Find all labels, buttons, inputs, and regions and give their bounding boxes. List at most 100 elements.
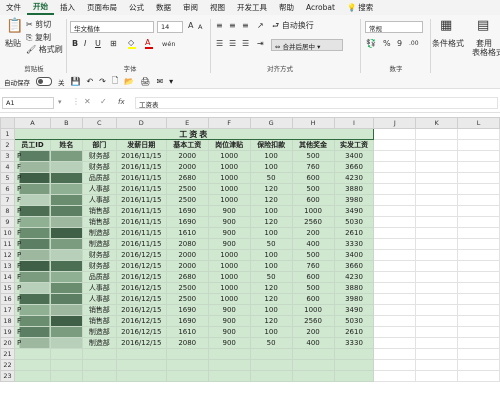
bonus-cell[interactable]: 760 (291, 161, 335, 173)
empty-cell[interactable] (115, 359, 167, 371)
save-icon[interactable]: 💾 (71, 77, 81, 86)
bonus-cell[interactable]: 2560 (291, 216, 335, 228)
empty-cell[interactable] (457, 172, 500, 184)
dept-cell[interactable]: 人事部 (81, 282, 117, 294)
wrap-text-button[interactable]: ⮐ 自动换行 (272, 21, 314, 31)
row-header[interactable]: 10 (0, 227, 15, 239)
dept-cell[interactable]: 销售部 (81, 205, 117, 217)
bonus-cell[interactable]: 760 (291, 260, 335, 272)
employee-id-cell[interactable]: P (13, 183, 51, 195)
date-cell[interactable]: 2016/12/15 (115, 315, 167, 327)
empty-cell[interactable] (457, 271, 500, 283)
bonus-cell[interactable]: 500 (291, 282, 335, 294)
empty-cell[interactable] (49, 348, 83, 360)
empty-cell[interactable] (457, 150, 500, 162)
date-cell[interactable]: 2016/12/15 (115, 260, 167, 272)
percent-button[interactable]: % (383, 39, 391, 49)
empty-cell[interactable] (373, 150, 417, 162)
row-header[interactable]: 16 (0, 293, 15, 305)
empty-cell[interactable] (415, 227, 459, 239)
empty-cell[interactable] (165, 348, 209, 360)
date-cell[interactable]: 2016/11/15 (115, 194, 167, 206)
row-header[interactable]: 19 (0, 326, 15, 338)
empty-cell[interactable] (373, 161, 417, 173)
dept-cell[interactable]: 制造部 (81, 238, 117, 250)
empty-cell[interactable] (457, 337, 500, 349)
empty-cell[interactable] (457, 326, 500, 338)
empty-cell[interactable] (457, 359, 500, 371)
empty-cell[interactable] (457, 183, 500, 195)
bonus-cell[interactable]: 500 (291, 249, 335, 261)
empty-cell[interactable] (373, 293, 417, 305)
formula-input[interactable]: 工资表 (135, 97, 498, 109)
net-cell[interactable]: 3980 (333, 194, 375, 206)
menu-acrobat[interactable]: Acrobat (300, 3, 341, 12)
base-cell[interactable]: 1690 (165, 216, 209, 228)
base-cell[interactable]: 2500 (165, 282, 209, 294)
header-cell[interactable]: 其他奖金 (291, 139, 335, 151)
bonus-cell[interactable]: 2560 (291, 315, 335, 327)
empty-cell[interactable] (249, 359, 293, 371)
sheet-title-cell[interactable]: 工资表 (13, 128, 375, 140)
decimal-icon[interactable]: .00 (409, 39, 419, 49)
bonus-cell[interactable]: 500 (291, 150, 335, 162)
empty-cell[interactable] (415, 249, 459, 261)
base-cell[interactable]: 1610 (165, 326, 209, 338)
empty-cell[interactable] (373, 183, 417, 195)
number-format-select[interactable]: 常规 (365, 21, 423, 33)
net-cell[interactable]: 4230 (333, 271, 375, 283)
base-cell[interactable]: 2680 (165, 172, 209, 184)
column-header[interactable]: D (115, 117, 167, 129)
empty-cell[interactable] (415, 260, 459, 272)
ins-cell[interactable]: 100 (249, 260, 293, 272)
employee-id-cell[interactable]: F (13, 315, 51, 327)
dept-cell[interactable]: 销售部 (81, 315, 117, 327)
row-header[interactable]: 13 (0, 260, 15, 272)
row-header[interactable]: 17 (0, 304, 15, 316)
dept-cell[interactable]: 财务部 (81, 249, 117, 261)
allow-cell[interactable]: 900 (207, 326, 251, 338)
empty-cell[interactable] (457, 304, 500, 316)
allow-cell[interactable]: 1000 (207, 293, 251, 305)
empty-cell[interactable] (373, 370, 417, 382)
date-cell[interactable]: 2016/11/15 (115, 205, 167, 217)
employee-name-cell[interactable] (49, 315, 83, 327)
ins-cell[interactable]: 100 (249, 205, 293, 217)
employee-name-cell[interactable] (49, 249, 83, 261)
empty-cell[interactable] (165, 359, 209, 371)
allow-cell[interactable]: 1000 (207, 161, 251, 173)
allow-cell[interactable]: 1000 (207, 183, 251, 195)
empty-cell[interactable] (49, 359, 83, 371)
column-header[interactable]: A (13, 117, 51, 129)
date-cell[interactable]: 2016/11/15 (115, 238, 167, 250)
empty-cell[interactable] (373, 271, 417, 283)
date-cell[interactable]: 2016/12/15 (115, 293, 167, 305)
row-header[interactable]: 14 (0, 271, 15, 283)
cut-button[interactable]: ✂ 剪切 (26, 20, 51, 30)
ins-cell[interactable]: 120 (249, 282, 293, 294)
employee-id-cell[interactable]: F (13, 326, 51, 338)
date-cell[interactable]: 2016/12/15 (115, 271, 167, 283)
employee-id-cell[interactable]: F (13, 227, 51, 239)
empty-cell[interactable] (457, 194, 500, 206)
menu-review[interactable]: 审阅 (177, 2, 204, 13)
row-header[interactable]: 11 (0, 238, 15, 250)
date-cell[interactable]: 2016/11/15 (115, 172, 167, 184)
bonus-cell[interactable]: 400 (291, 238, 335, 250)
header-cell[interactable]: 员工ID (13, 139, 51, 151)
ins-cell[interactable]: 100 (249, 161, 293, 173)
row-header[interactable]: 12 (0, 249, 15, 261)
empty-cell[interactable] (13, 370, 51, 382)
base-cell[interactable]: 2000 (165, 260, 209, 272)
menu-insert[interactable]: 插入 (54, 2, 81, 13)
empty-cell[interactable] (457, 227, 500, 239)
empty-cell[interactable] (415, 194, 459, 206)
select-all-corner[interactable] (0, 117, 15, 129)
employee-name-cell[interactable] (49, 194, 83, 206)
shrink-font-button[interactable]: A (198, 22, 202, 32)
empty-cell[interactable] (333, 348, 375, 360)
net-cell[interactable]: 3880 (333, 183, 375, 195)
net-cell[interactable]: 2610 (333, 227, 375, 239)
dept-cell[interactable]: 制造部 (81, 227, 117, 239)
indent-icon[interactable]: ⇥ (257, 39, 264, 49)
